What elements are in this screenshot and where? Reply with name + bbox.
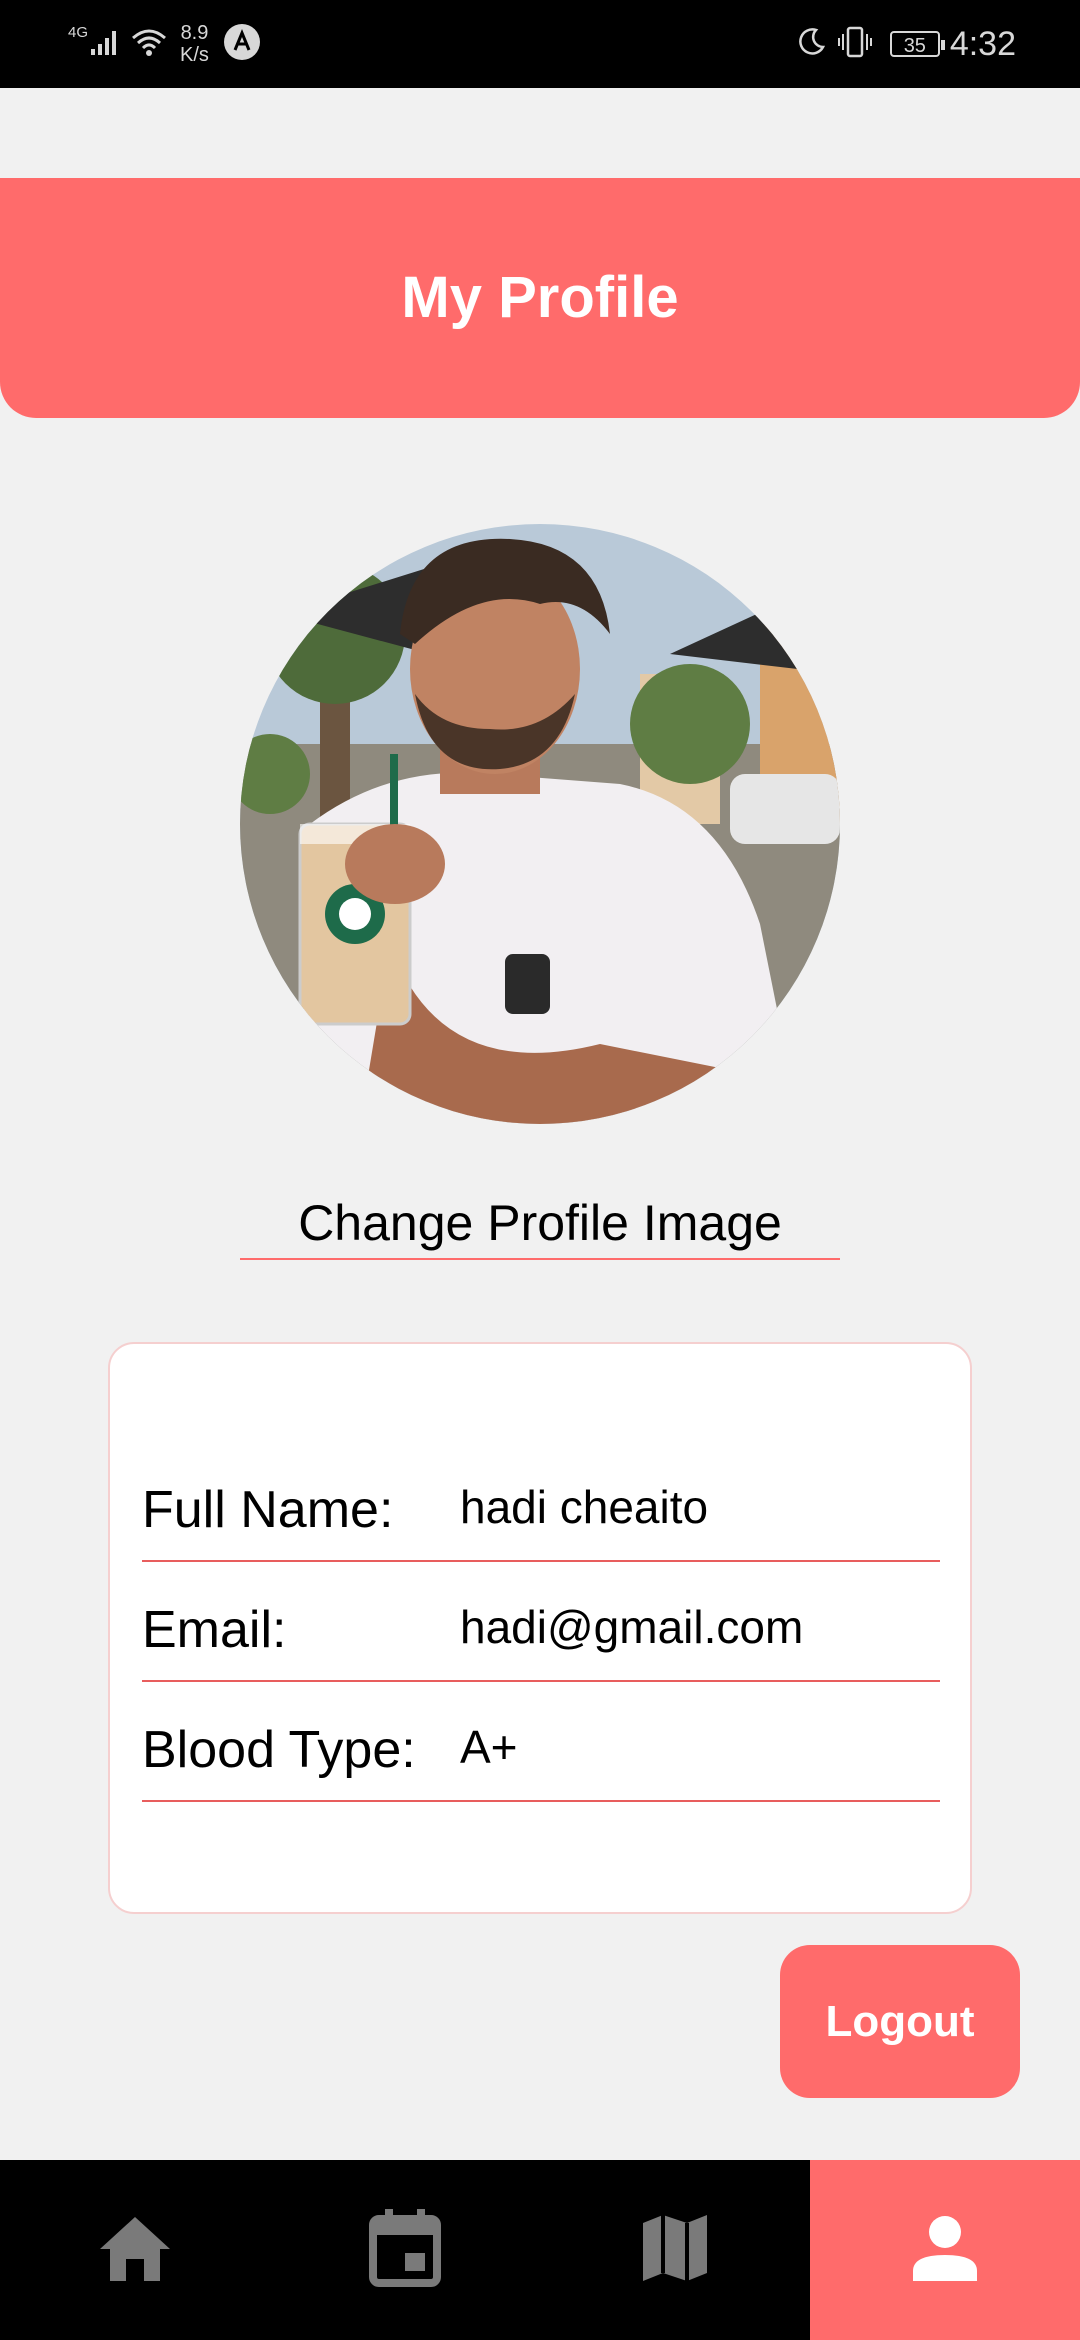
bottom-navigation (0, 2160, 1080, 2340)
home-icon (96, 2213, 174, 2288)
change-profile-image-button[interactable]: Change Profile Image (240, 1188, 840, 1260)
blood-type-row: Blood Type: A+ (142, 1690, 940, 1802)
logout-button[interactable]: Logout (780, 1945, 1020, 2098)
status-left: 4G 8.9 K/s (68, 20, 261, 68)
email-value: hadi@gmail.com (460, 1601, 804, 1653)
clock: 4:32 (949, 24, 1016, 63)
vibrate-icon (837, 26, 872, 63)
blood-type-value: A+ (460, 1721, 518, 1773)
network-speed: 8.9 K/s (180, 22, 209, 66)
speed-unit: K/s (180, 44, 209, 66)
full-name-row: Full Name: hadi cheaito (142, 1450, 940, 1562)
status-right: 35 4:32 (796, 22, 1016, 66)
profile-info-card: Full Name: hadi cheaito Email: hadi@gmai… (108, 1342, 972, 1914)
wifi-icon (130, 27, 168, 62)
header-bar: My Profile (0, 178, 1080, 418)
moon-icon (796, 27, 826, 62)
speed-value: 8.9 (180, 22, 209, 44)
calendar-icon (369, 2208, 441, 2292)
nav-map[interactable] (540, 2160, 810, 2340)
nav-calendar[interactable] (270, 2160, 540, 2340)
email-row: Email: hadi@gmail.com (142, 1570, 940, 1682)
signal-icon (90, 27, 120, 62)
email-label: Email: (142, 1601, 287, 1659)
battery-icon: 35 (889, 31, 945, 57)
person-icon (912, 2215, 978, 2286)
map-icon (639, 2211, 711, 2290)
nav-profile[interactable] (810, 2160, 1080, 2340)
status-bar: 4G 8.9 K/s 35 4:32 (0, 0, 1080, 88)
full-name-value: hadi cheaito (460, 1481, 709, 1533)
nav-home[interactable] (0, 2160, 270, 2340)
network-type: 4G (68, 24, 89, 41)
full-name-label: Full Name: (142, 1481, 394, 1539)
profile-photo (240, 524, 840, 1124)
blood-type-label: Blood Type: (142, 1721, 416, 1779)
page-title: My Profile (401, 265, 679, 330)
app-notification-icon (223, 23, 261, 66)
